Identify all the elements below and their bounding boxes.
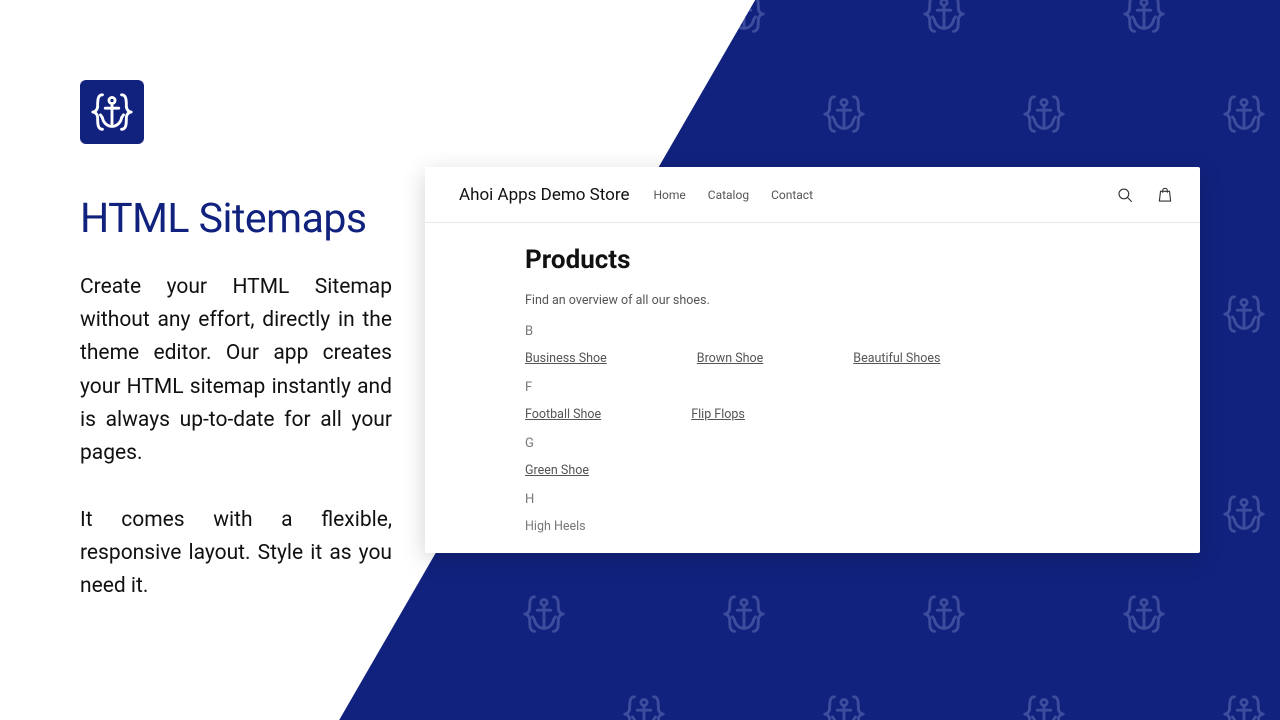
pattern-anchor-icon bbox=[520, 590, 568, 638]
anchor-braces-icon bbox=[1221, 91, 1267, 137]
pattern-anchor-icon bbox=[1220, 90, 1268, 138]
anchor-braces-icon bbox=[1221, 691, 1267, 720]
group-letter: B bbox=[525, 324, 1100, 339]
pattern-anchor-icon bbox=[1020, 690, 1068, 720]
pattern-anchor-icon bbox=[620, 690, 668, 720]
nav-home[interactable]: Home bbox=[653, 188, 685, 202]
pattern-anchor-icon bbox=[1120, 0, 1168, 38]
group-letter: G bbox=[525, 436, 1100, 451]
search-icon[interactable] bbox=[1116, 186, 1134, 204]
products-subheading: Find an overview of all our shoes. bbox=[525, 293, 1100, 308]
store-header: Ahoi Apps Demo Store Home Catalog Contac… bbox=[425, 167, 1200, 223]
truncated-item: High Heels bbox=[525, 519, 1100, 534]
anchor-braces-icon bbox=[89, 89, 135, 135]
pattern-anchor-icon bbox=[920, 0, 968, 38]
sitemap-group: F Football Shoe Flip Flops bbox=[525, 380, 1100, 422]
description-paragraph-2: It comes with a flexible, responsive lay… bbox=[80, 504, 392, 604]
group-items: Green Shoe bbox=[525, 463, 1100, 478]
pattern-anchor-icon bbox=[1220, 690, 1268, 720]
group-letter: F bbox=[525, 380, 1100, 395]
store-body: Products Find an overview of all our sho… bbox=[425, 223, 1200, 534]
app-logo bbox=[80, 80, 144, 144]
sitemap-link[interactable]: Brown Shoe bbox=[697, 351, 764, 366]
anchor-braces-icon bbox=[1021, 691, 1067, 720]
pattern-anchor-icon bbox=[620, 90, 668, 138]
sitemap-link[interactable]: Flip Flops bbox=[691, 407, 745, 422]
store-nav: Home Catalog Contact bbox=[653, 188, 813, 202]
products-heading: Products bbox=[525, 245, 1100, 275]
pattern-anchor-icon bbox=[1020, 90, 1068, 138]
marketing-slide: HTML Sitemaps Create your HTML Sitemap w… bbox=[0, 0, 1280, 720]
sitemap-group: B Business Shoe Brown Shoe Beautiful Shoes bbox=[525, 324, 1100, 366]
pattern-anchor-icon bbox=[920, 590, 968, 638]
pattern-anchor-icon bbox=[1220, 290, 1268, 338]
pattern-anchor-icon bbox=[720, 590, 768, 638]
anchor-braces-icon bbox=[921, 0, 967, 37]
anchor-braces-icon bbox=[1221, 491, 1267, 537]
pattern-anchor-icon bbox=[720, 0, 768, 38]
pattern-anchor-icon bbox=[520, 0, 568, 38]
sitemap-link[interactable]: Football Shoe bbox=[525, 407, 601, 422]
sitemap-link[interactable]: Green Shoe bbox=[525, 463, 589, 478]
sitemap-group: G Green Shoe bbox=[525, 436, 1100, 478]
group-letter: H bbox=[525, 492, 1100, 507]
anchor-braces-icon bbox=[1021, 91, 1067, 137]
anchor-braces-icon bbox=[521, 591, 567, 637]
left-column: HTML Sitemaps Create your HTML Sitemap w… bbox=[80, 195, 392, 604]
anchor-braces-icon bbox=[821, 91, 867, 137]
store-title: Ahoi Apps Demo Store bbox=[459, 185, 629, 205]
anchor-braces-icon bbox=[621, 91, 667, 137]
sitemap-link[interactable]: Beautiful Shoes bbox=[853, 351, 940, 366]
group-items: Football Shoe Flip Flops bbox=[525, 407, 1100, 422]
store-preview-window: Ahoi Apps Demo Store Home Catalog Contac… bbox=[425, 167, 1200, 553]
anchor-braces-icon bbox=[921, 591, 967, 637]
sitemap-group: H bbox=[525, 492, 1100, 507]
anchor-braces-icon bbox=[721, 0, 767, 37]
anchor-braces-icon bbox=[621, 691, 667, 720]
nav-catalog[interactable]: Catalog bbox=[708, 188, 749, 202]
nav-contact[interactable]: Contact bbox=[771, 188, 813, 202]
anchor-braces-icon bbox=[1121, 0, 1167, 37]
pattern-anchor-icon bbox=[820, 90, 868, 138]
page-title: HTML Sitemaps bbox=[80, 195, 392, 243]
sitemap-groups: B Business Shoe Brown Shoe Beautiful Shoes F… bbox=[525, 324, 1100, 507]
pattern-anchor-icon bbox=[820, 690, 868, 720]
anchor-braces-icon bbox=[1121, 591, 1167, 637]
anchor-braces-icon bbox=[721, 591, 767, 637]
sitemap-link[interactable]: Business Shoe bbox=[525, 351, 607, 366]
pattern-anchor-icon bbox=[1220, 490, 1268, 538]
group-items: Business Shoe Brown Shoe Beautiful Shoes bbox=[525, 351, 1100, 366]
anchor-braces-icon bbox=[1221, 291, 1267, 337]
description-paragraph-1: Create your HTML Sitemap without any eff… bbox=[80, 271, 392, 470]
anchor-braces-icon bbox=[821, 691, 867, 720]
cart-icon[interactable] bbox=[1156, 186, 1174, 204]
anchor-braces-icon bbox=[521, 0, 567, 37]
pattern-anchor-icon bbox=[1120, 590, 1168, 638]
store-actions bbox=[1116, 186, 1174, 204]
